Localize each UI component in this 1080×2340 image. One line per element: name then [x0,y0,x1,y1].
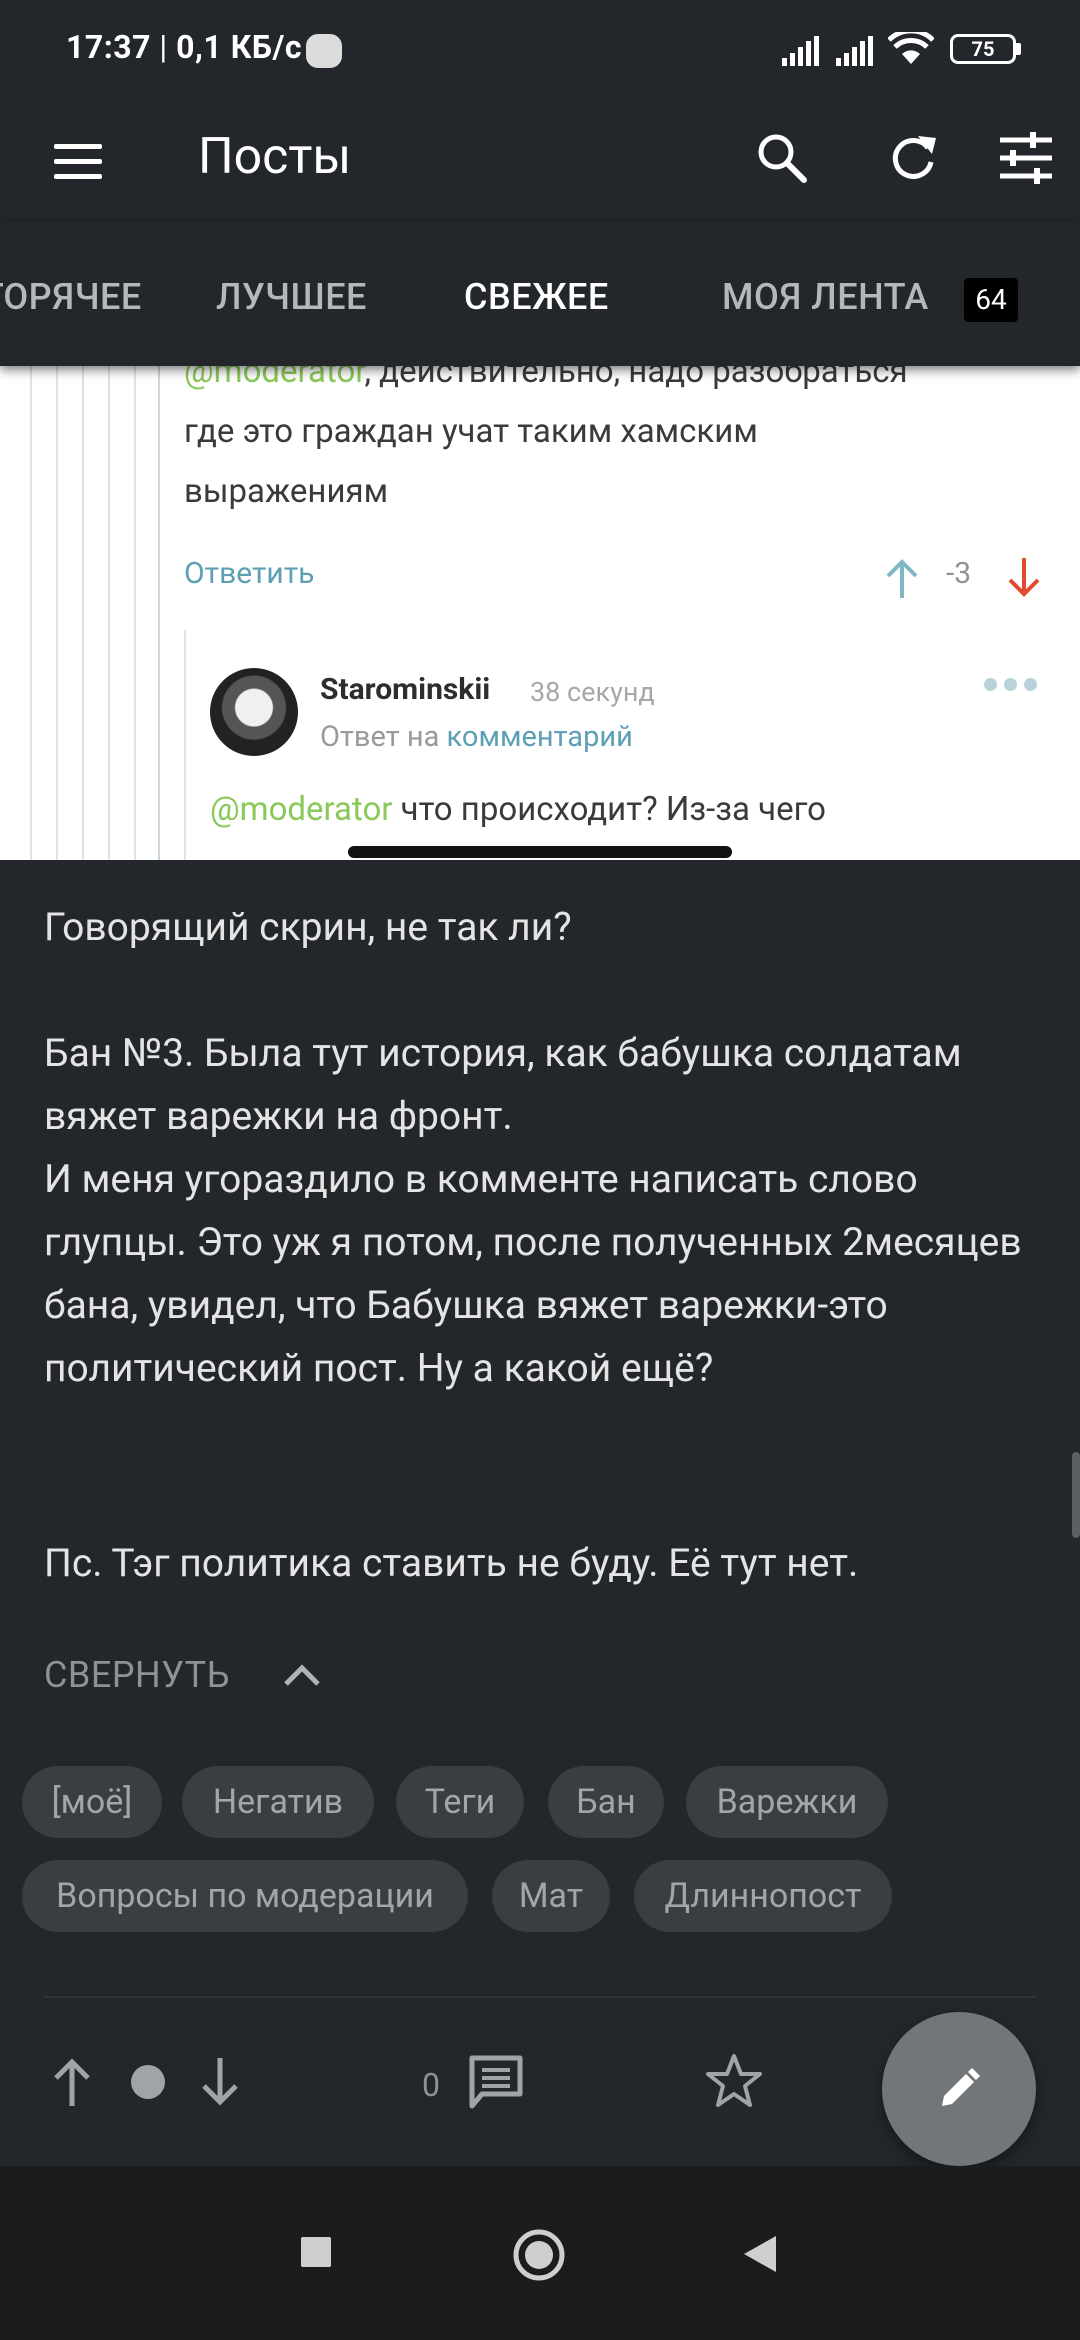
tab-bar: ГОРЯЧЕЕ ЛУЧШЕЕ СВЕЖЕЕ МОЯ ЛЕНТА 64 [0,222,1080,366]
tab-hot[interactable]: ГОРЯЧЕЕ [0,276,142,318]
status-bar: 17:37 | 0,1 КБ/с 75 [0,0,1080,98]
comment-icon[interactable] [466,2052,526,2112]
star-icon[interactable] [704,2052,764,2112]
comment-author: Starominskii [320,672,491,707]
rating-dot-icon [131,2065,165,2099]
upvote-icon[interactable] [52,2056,92,2108]
screenshot-home-indicator [348,846,732,858]
system-nav-bar [0,2166,1080,2340]
tag[interactable]: [моё] [22,1766,162,1838]
tab-fresh[interactable]: СВЕЖЕЕ [464,276,609,318]
tag[interactable]: Негатив [182,1766,374,1838]
search-icon[interactable] [752,128,812,188]
tag[interactable]: Мат [492,1860,610,1932]
comment-text-line: @moderator, действительно, надо разобрат… [184,366,908,391]
tag[interactable]: Бан [548,1766,664,1838]
recents-icon[interactable] [300,2236,332,2268]
battery-icon: 75 [950,34,1016,64]
comment-text-line: @moderator что происходит? Из-за чего [210,790,826,829]
signal-icon [782,36,819,66]
downvote-icon[interactable] [200,2056,240,2108]
comment-time: 38 секунд [530,676,655,708]
create-post-button[interactable] [882,2012,1036,2166]
tab-my-feed[interactable]: МОЯ ЛЕНТА [722,276,929,318]
divider [44,1996,1036,1998]
mention: @moderator [184,366,365,391]
downvote-icon [1008,558,1040,597]
post-image-screenshot: @moderator, действительно, надо разобрат… [0,366,1080,860]
filter-icon[interactable] [996,128,1056,188]
tag[interactable]: Вопросы по модерации [22,1860,468,1932]
clock: 17:37 [66,28,151,66]
reply-to: Ответ на комментарий [320,720,633,754]
chevron-up-icon[interactable] [282,1660,322,1688]
back-icon[interactable] [742,2234,778,2274]
post-paragraph: Говорящий скрин, не так ли? [44,904,572,950]
upvote-icon [886,559,918,598]
collapse-button[interactable]: СВЕРНУТЬ [44,1654,230,1696]
reply-link: Ответить [184,556,315,591]
avatar [210,668,298,756]
refresh-icon[interactable] [884,128,944,188]
status-text: 17:37 | 0,1 КБ/с [66,28,302,66]
tab-best[interactable]: ЛУЧШЕЕ [216,276,367,318]
edit-icon [942,2068,980,2106]
more-icon [984,676,1044,695]
tag[interactable]: Варежки [686,1766,888,1838]
battery-tip [1016,43,1021,55]
home-icon[interactable] [512,2228,566,2282]
comment-text-line: где это граждан учат таким хамским [184,412,758,451]
post-paragraph: Пс. Тэг политика ставить не буду. Её тут… [44,1540,859,1586]
tag[interactable]: Теги [396,1766,524,1838]
network-speed: 0,1 КБ/с [176,28,302,66]
app-bar: Посты [0,98,1080,222]
comment-count: 0 [422,2066,440,2104]
scrollbar-thumb[interactable] [1072,1452,1080,1538]
post-paragraph: Бан №3. Была тут история, как бабушка со… [44,1030,962,1139]
menu-icon[interactable] [54,144,102,180]
post-paragraph: И меня угораздило в комменте написать сл… [44,1156,1022,1391]
burger-king-notification-icon [306,34,342,68]
my-feed-badge: 64 [964,278,1018,322]
page-title: Посты [198,128,352,186]
wifi-icon [888,32,934,64]
separator: | [159,28,168,66]
signal-icon [836,36,873,66]
comment-text-line: выражениям [184,472,389,511]
tag[interactable]: Длиннопост [634,1860,892,1932]
comment-rating: -3 [946,556,972,591]
